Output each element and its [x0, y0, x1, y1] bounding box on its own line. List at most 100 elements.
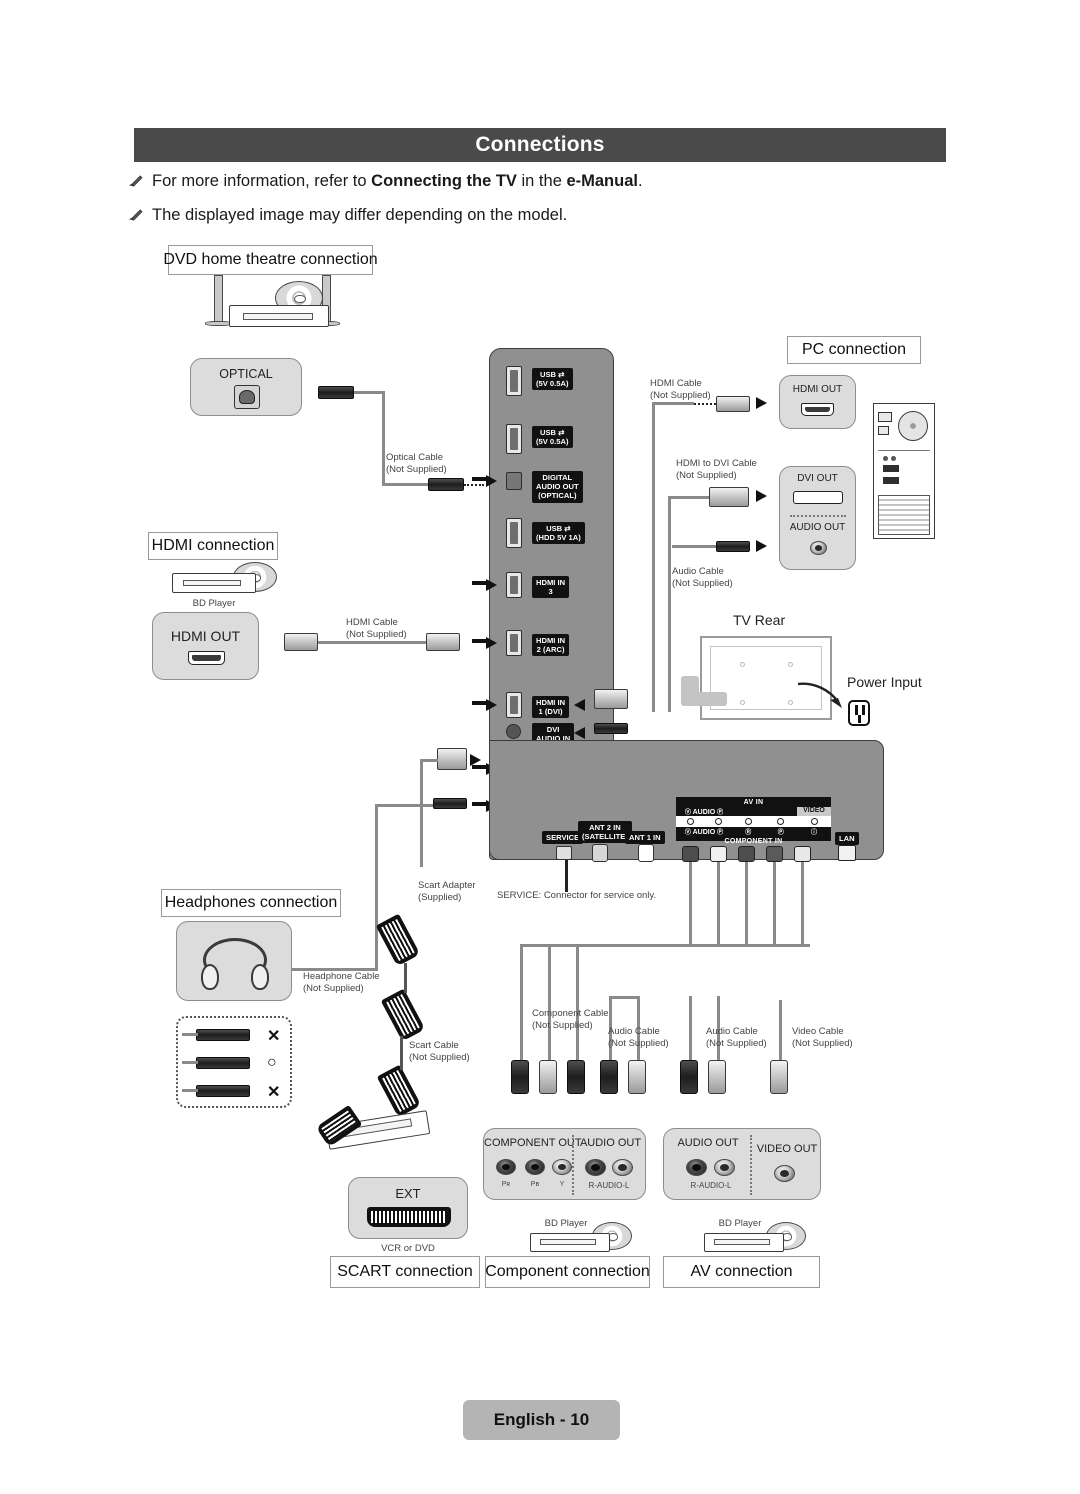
- arrow-stem: [472, 477, 488, 481]
- av-in-video-label: VIDEO: [797, 807, 831, 816]
- scart-port-icon: [367, 1207, 451, 1227]
- rca-plug-pr: [511, 1060, 529, 1094]
- label-bd-player: BD Player: [192, 598, 236, 609]
- scart-cable-wire: [400, 1036, 403, 1070]
- port-hdmi-in-3[interactable]: [506, 572, 522, 598]
- label-audio-cable-1: Audio Cable (Not Supplied): [608, 1026, 669, 1049]
- port-component-pb[interactable]: [710, 846, 727, 862]
- label-video-cable: Video Cable (Not Supplied): [792, 1026, 853, 1049]
- port-label-usb-1: USB ⇄ (5V 0.5A): [532, 368, 573, 391]
- optical-cable-seg: [382, 391, 385, 485]
- plug-mark-2: ○: [267, 1054, 277, 1071]
- pc-io-plate: [878, 450, 930, 488]
- port-component-y[interactable]: [738, 846, 755, 862]
- arrow-stem: [472, 802, 488, 806]
- port-dvi-audio-in[interactable]: [506, 724, 521, 739]
- port-usb-hdd[interactable]: [506, 518, 522, 548]
- caption-scart: SCART connection: [330, 1256, 480, 1288]
- optical-plug-left: [318, 386, 354, 399]
- pencil-icon: [129, 209, 143, 221]
- hdmi-plug-left: [284, 633, 318, 651]
- port-lan[interactable]: [838, 845, 856, 861]
- port-hdmi-in-1-dvi[interactable]: [506, 692, 522, 718]
- label-power-input: Power Input: [847, 674, 922, 690]
- scart-plug-at-tv: [437, 748, 467, 770]
- bd-tray: [540, 1239, 596, 1245]
- bd-tray: [714, 1239, 770, 1245]
- pc-hdmi-wire-v: [652, 402, 655, 712]
- note-1-mid: in the: [516, 172, 567, 190]
- rca-bus-h: [520, 944, 810, 947]
- headphone-cup-left-icon: [201, 964, 219, 990]
- component-in-title: COMPONENT IN: [724, 837, 783, 845]
- pc-audio-wire: [672, 545, 716, 548]
- divider: [572, 1135, 574, 1195]
- port-usb-1[interactable]: [506, 366, 522, 396]
- av-in-audio-row2: Ⓥ AUDIO Ⓟ: [684, 829, 724, 836]
- service-note: SERVICE: Connector for service only.: [497, 890, 657, 901]
- plug-mark-1: ✕: [267, 1028, 281, 1045]
- jack-label-y: Y: [559, 1181, 565, 1188]
- port-ant1[interactable]: [638, 844, 654, 862]
- dvd-tray: [243, 313, 313, 320]
- label-pc-audio-cable: Audio Cable (Not Supplied): [672, 566, 733, 589]
- hdmi-port-icon: [188, 651, 225, 665]
- component-audio-label: R-AUDIO-L: [588, 1181, 630, 1190]
- jack-label-pb: Pʙ: [530, 1181, 540, 1188]
- rca-plug-audio-r-2: [680, 1060, 698, 1094]
- scart-cable-plug-bottom: [376, 1064, 422, 1118]
- manual-page: Connections For more information, refer …: [0, 0, 1080, 1494]
- headphones-box: [176, 921, 292, 1001]
- jack-av-video: [774, 1165, 795, 1182]
- port-service[interactable]: [556, 846, 572, 860]
- port-ant2[interactable]: [592, 844, 608, 862]
- rca-run-2: [717, 862, 720, 946]
- port-digital-audio-out[interactable]: [506, 472, 522, 490]
- rca-down-2: [548, 944, 551, 1060]
- jack-label-pr: Pʀ: [501, 1181, 511, 1188]
- dvi-port-icon: [793, 491, 843, 504]
- divider: [790, 515, 846, 517]
- rca-run-3: [745, 862, 748, 946]
- pencil-icon: [129, 175, 143, 187]
- port-audio-l[interactable]: [794, 846, 811, 862]
- divider: [750, 1135, 752, 1195]
- vesa-hole: [788, 662, 793, 667]
- plug-mark-3: ✕: [267, 1084, 281, 1101]
- jack-av-audio-l: [714, 1159, 735, 1176]
- av-audio-out-title: AUDIO OUT: [677, 1137, 739, 1149]
- pc-hdmi-plug: [716, 396, 750, 412]
- note-1-post: .: [637, 172, 643, 190]
- ext-scart-box: EXT: [348, 1177, 468, 1239]
- port-hdmi-in-2-arc[interactable]: [506, 630, 522, 656]
- pc-audio-out-label: AUDIO OUT: [789, 522, 846, 533]
- arrow-scart-to-tv: [470, 754, 481, 766]
- caption-hdmi: HDMI connection: [148, 532, 278, 560]
- av-in-matrix: AV IN Ⓥ AUDIO Ⓟ VIDEO Ⓥ AUDIO Ⓟ Ⓡ Ⓟ ⓘ CO…: [676, 797, 831, 845]
- port-usb-2[interactable]: [506, 424, 522, 454]
- caption-dvd-home-theatre: DVD home theatre connection: [163, 245, 378, 275]
- psu-socket: [878, 412, 892, 422]
- bd-tray: [183, 580, 241, 586]
- page-title: Connections: [134, 128, 946, 162]
- note-1-pre: For more information, refer to: [152, 172, 372, 190]
- label-optical-cable: Optical Cable (Not Supplied): [386, 452, 447, 475]
- pc-hdmi-out-box: HDMI OUT: [779, 375, 856, 429]
- pc-dvi-plug: [709, 487, 749, 507]
- label-scart-cable: Scart Cable (Not Supplied): [409, 1040, 470, 1063]
- scart-cable-plug-top: [380, 988, 426, 1042]
- port-label-ant2-in: ANT 2 IN (SATELLITE): [578, 821, 632, 844]
- pc-dvi-out-label: DVI OUT: [797, 473, 838, 484]
- port-label-hdmi-in-2: HDMI IN 2 (ARC): [532, 634, 570, 657]
- rca-plug-pb: [539, 1060, 557, 1094]
- av-in-audio-row1: Ⓥ AUDIO Ⓟ: [684, 809, 724, 816]
- plug-type-3: [196, 1085, 250, 1097]
- hdmi-plug-right: [426, 633, 460, 651]
- optical-port-label: OPTICAL: [219, 367, 273, 381]
- port-component-pr[interactable]: [682, 846, 699, 862]
- plug-wire-2: [182, 1061, 198, 1064]
- jack-pb: [525, 1159, 545, 1175]
- vesa-hole: [740, 662, 745, 667]
- speaker-left-base: [205, 321, 232, 326]
- port-audio-r[interactable]: [766, 846, 783, 862]
